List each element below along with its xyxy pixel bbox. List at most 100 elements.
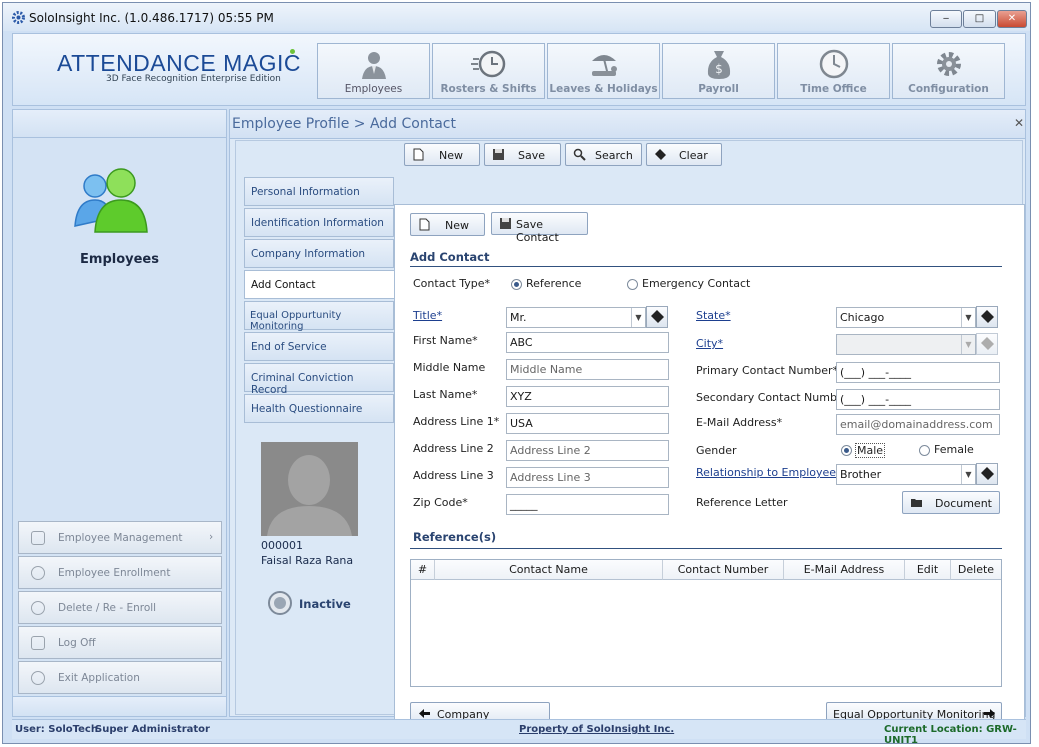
toolbar-clear-button[interactable]: Clear — [646, 143, 722, 166]
module-leaves-holidays[interactable]: Leaves & Holidays — [547, 43, 660, 99]
tab-company-information[interactable]: Company Information — [244, 239, 394, 268]
app-gear-icon — [12, 11, 25, 24]
grid-col-contact-name[interactable]: Contact Name — [435, 560, 663, 580]
toolbar-search-button[interactable]: Search — [565, 143, 642, 166]
title-clear-button[interactable] — [646, 306, 668, 328]
minimize-button[interactable]: ‒ — [930, 10, 962, 28]
employee-photo — [261, 442, 358, 536]
module-time-office[interactable]: Time Office — [777, 43, 890, 99]
state-clear-button[interactable] — [976, 306, 998, 328]
folder-icon — [911, 499, 922, 507]
tab-add-contact[interactable]: Add Contact — [244, 270, 396, 299]
secondary-contact-field[interactable]: (___) ___-____ — [836, 389, 1000, 410]
employee-icon — [362, 52, 386, 79]
toolbar-save-button[interactable]: Save — [484, 143, 561, 166]
city-select[interactable]: ▼ — [836, 334, 976, 355]
eraser-icon — [981, 467, 994, 480]
module-rosters-shifts[interactable]: Rosters & Shifts — [432, 43, 545, 99]
save-icon — [493, 149, 504, 160]
briefcase-icon — [31, 531, 45, 545]
tab-health-questionnaire[interactable]: Health Questionnaire — [244, 394, 394, 423]
male-option-label: Male — [855, 443, 886, 458]
city-label[interactable]: City* — [696, 337, 723, 350]
grid-col-number[interactable]: # — [411, 560, 435, 580]
city-clear-button[interactable] — [976, 333, 998, 355]
chevron-down-icon: ▼ — [961, 335, 975, 354]
nav-employee-enrollment[interactable]: Employee Enrollment — [18, 556, 222, 589]
toolbar-new-button[interactable]: New — [404, 143, 480, 166]
nav-exit-application[interactable]: Exit Application — [18, 661, 222, 694]
grid-col-edit[interactable]: Edit — [905, 560, 951, 580]
nav-log-off[interactable]: Log Off — [18, 626, 222, 659]
status-toggle-icon[interactable] — [267, 590, 293, 616]
save-contact-button[interactable]: Save Contact — [491, 212, 588, 244]
female-option-label: Female — [934, 443, 974, 456]
form-new-button[interactable]: New — [410, 213, 485, 236]
employees-group-icon — [74, 168, 148, 233]
maximize-button[interactable]: □ — [963, 10, 996, 28]
content-area: New Save Search Clear Personal Informati… — [235, 140, 1025, 738]
close-icon: ✕ — [1007, 13, 1017, 24]
nav-delete-reenroll[interactable]: Delete / Re - Enroll — [18, 591, 222, 624]
power-icon — [31, 671, 45, 685]
first-name-field[interactable]: ABC — [506, 332, 669, 353]
address2-label: Address Line 2 — [413, 442, 494, 455]
close-view-icon[interactable]: ✕ — [1014, 116, 1024, 130]
primary-contact-field[interactable]: (___) ___-____ — [836, 362, 1000, 383]
contact-type-reference-radio[interactable] — [511, 279, 522, 290]
eraser-icon — [655, 149, 666, 160]
tab-identification-information[interactable]: Identification Information — [244, 208, 394, 237]
gender-female-radio[interactable] — [919, 445, 930, 456]
state-label[interactable]: State* — [696, 309, 731, 322]
new-document-icon — [413, 148, 424, 161]
submenu-arrow-icon: › — [209, 531, 214, 543]
zip-code-field[interactable]: _____ — [506, 494, 669, 515]
relationship-label[interactable]: Relationship to Employee* — [696, 466, 842, 479]
status-label: Inactive — [299, 597, 351, 611]
tab-end-of-service[interactable]: End of Service — [244, 332, 394, 361]
state-select[interactable]: Chicago ▼ — [836, 307, 976, 328]
contact-type-emergency-radio[interactable] — [627, 279, 638, 290]
employee-id: 000001 — [261, 539, 303, 552]
divider — [410, 548, 1002, 549]
face-scan-icon — [31, 566, 45, 580]
middle-name-field[interactable]: Middle Name — [506, 359, 669, 380]
module-payroll[interactable]: $ Payroll — [662, 43, 775, 99]
relationship-select[interactable]: Brother ▼ — [836, 464, 976, 485]
left-panel: Employees Employee Management › Employee … — [12, 109, 227, 717]
secondary-contact-label: Secondary Contact Number — [696, 391, 849, 404]
title-label[interactable]: Title* — [413, 309, 442, 322]
gender-label: Gender — [696, 444, 737, 457]
main-panel: Employee Profile > Add Contact ✕ New Sav… — [229, 109, 1026, 738]
close-button[interactable]: ✕ — [997, 10, 1027, 28]
status-property[interactable]: Property of SoloInsight Inc. — [519, 724, 674, 735]
gear-icon — [937, 52, 961, 76]
grid-col-delete[interactable]: Delete — [951, 560, 1001, 580]
window-title: SoloInsight Inc. (1.0.486.1717) 05:55 PM — [29, 11, 274, 25]
left-panel-header — [13, 110, 226, 138]
tab-personal-information[interactable]: Personal Information — [244, 177, 394, 206]
person-icon — [31, 601, 45, 615]
document-button[interactable]: Document — [902, 491, 1000, 514]
address1-field[interactable]: USA — [506, 413, 669, 434]
address2-field[interactable]: Address Line 2 — [506, 440, 669, 461]
eraser-icon — [981, 310, 994, 323]
title-select[interactable]: Mr. ▼ — [506, 307, 646, 328]
avatar-placeholder-icon — [267, 455, 352, 536]
grid-col-contact-number[interactable]: Contact Number — [663, 560, 784, 580]
tab-criminal-conviction-record[interactable]: Criminal Conviction Record — [244, 363, 394, 396]
last-name-field[interactable]: XYZ — [506, 386, 669, 407]
gender-male-radio[interactable] — [841, 445, 852, 456]
email-field[interactable]: email@domainaddress.com — [836, 414, 1000, 435]
module-employees[interactable]: Employees — [317, 43, 430, 99]
tab-equal-opportunity-monitoring[interactable]: Equal Oppurtunity Monitoring — [244, 301, 394, 332]
address3-field[interactable]: Address Line 3 — [506, 467, 669, 488]
module-configuration[interactable]: Configuration — [892, 43, 1005, 99]
nav-employee-management[interactable]: Employee Management › — [18, 521, 222, 554]
relationship-clear-button[interactable] — [976, 463, 998, 485]
status-bar: User: SoloTech Super Administrator Prope… — [12, 719, 1026, 746]
title-bar: SoloInsight Inc. (1.0.486.1717) 05:55 PM… — [3, 3, 1030, 31]
email-label: E-Mail Address* — [696, 416, 783, 429]
log-off-icon — [31, 636, 45, 650]
grid-col-email[interactable]: E-Mail Address — [784, 560, 905, 580]
